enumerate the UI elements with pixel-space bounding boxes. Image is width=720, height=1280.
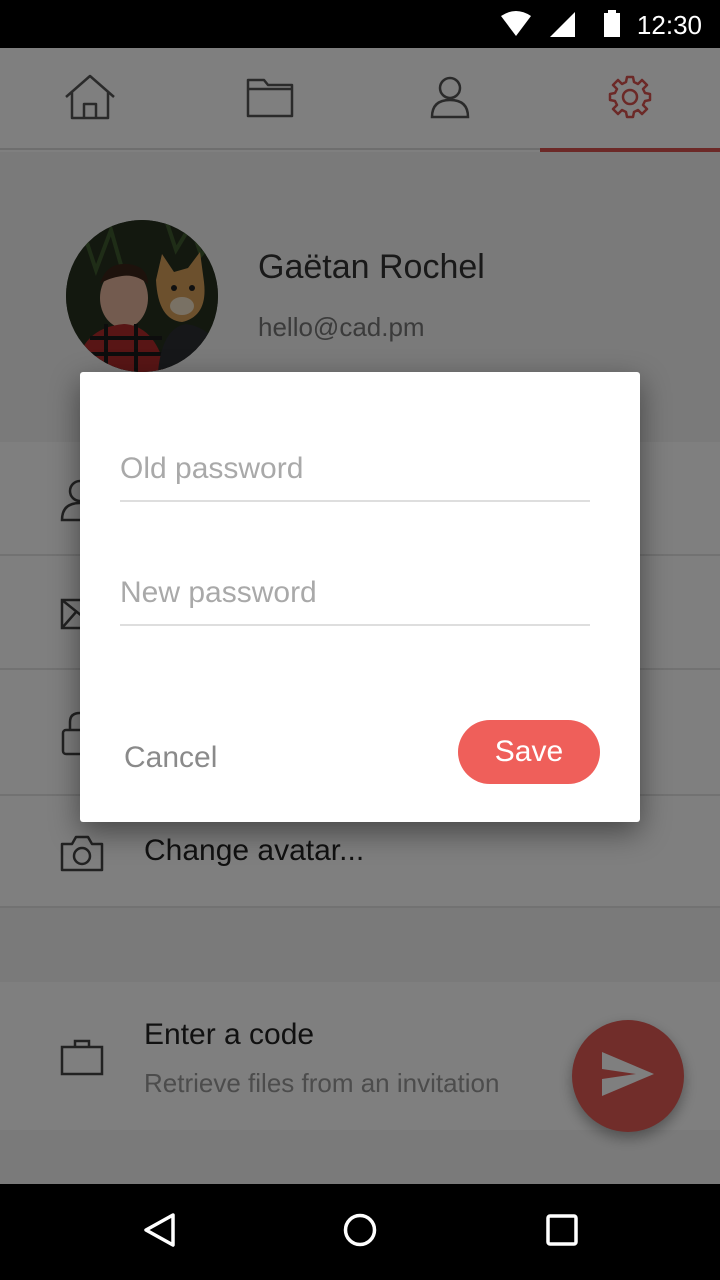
- battery-icon: [602, 10, 622, 43]
- back-button[interactable]: [132, 1204, 188, 1260]
- cell-signal-icon: [548, 10, 576, 43]
- save-button[interactable]: Save: [458, 720, 600, 784]
- back-icon: [142, 1212, 178, 1253]
- recents-icon: [545, 1213, 579, 1252]
- status-bar: 12:30: [0, 0, 720, 48]
- cancel-button[interactable]: Cancel: [120, 730, 221, 786]
- home-button[interactable]: [332, 1204, 388, 1260]
- old-password-field[interactable]: [120, 438, 590, 502]
- wifi-icon: [500, 10, 532, 43]
- change-password-dialog: Cancel Save: [80, 372, 640, 822]
- home-circle-icon: [342, 1212, 378, 1253]
- status-time: 12:30: [636, 10, 702, 40]
- recents-button[interactable]: [534, 1204, 590, 1260]
- new-password-field[interactable]: [120, 562, 590, 626]
- system-nav-bar: [0, 1184, 720, 1280]
